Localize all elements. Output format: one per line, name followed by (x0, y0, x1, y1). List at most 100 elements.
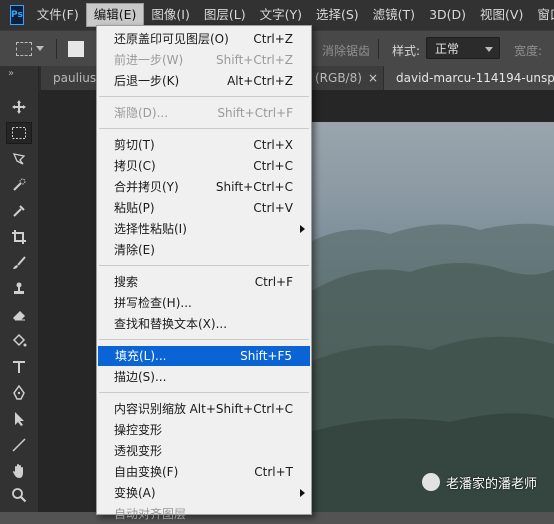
document-image[interactable] (310, 122, 554, 512)
menu-window[interactable]: 窗口 (530, 3, 554, 27)
menu-item-g2-3[interactable]: 粘贴(P) Ctrl+V (97, 198, 311, 218)
edit-menu-dropdown: 还原盖印可见图层(O) Ctrl+Z 前进一步(W) Shift+Ctrl+Z 后退一步… (96, 25, 312, 521)
lasso-icon[interactable] (6, 148, 32, 170)
brush-icon[interactable] (6, 252, 32, 274)
photoshop-logo: Ps (10, 5, 24, 25)
menu-item-label: 填充(L)... (115, 349, 167, 363)
wechat-icon (422, 473, 440, 491)
clone-stamp-icon[interactable] (6, 278, 32, 300)
menu-item-g5-4[interactable]: 变换(A) (97, 483, 311, 503)
tools-panel: » (0, 66, 39, 512)
menu-item-shortcut: Shift+Ctrl+F (217, 106, 293, 120)
menu-item-shortcut: Alt+Ctrl+Z (227, 74, 293, 88)
menu-item-g2-5[interactable]: 清除(E) (97, 240, 311, 260)
menu-separator (99, 265, 309, 266)
menu-item-label: 前进一步(W) (114, 53, 184, 67)
divider (378, 39, 379, 59)
menu-item-shortcut: Shift+Ctrl+C (215, 180, 293, 194)
menu-item-g2-0[interactable]: 剪切(T) Ctrl+X (97, 135, 311, 155)
menu-type[interactable]: 文字(Y) (253, 3, 309, 27)
menu-item-label: 透视变形 (114, 444, 163, 458)
menu-filter[interactable]: 滤镜(T) (366, 3, 422, 27)
menu-item-label: 查找和替换文本(X)... (114, 317, 228, 331)
pen-icon[interactable] (6, 382, 32, 404)
menu-item-g1-0: 渐隐(D)... Shift+Ctrl+F (97, 103, 311, 123)
menu-separator (99, 339, 309, 340)
menu-separator (99, 96, 309, 97)
menu-item-shortcut: Ctrl+Z (253, 32, 293, 46)
menu-item-g0-1: 前进一步(W) Shift+Ctrl+Z (97, 50, 311, 70)
menu-separator (99, 128, 309, 129)
menu-item-g3-1[interactable]: 拼写检查(H)... (97, 293, 311, 313)
chevron-down-icon[interactable] (36, 46, 44, 51)
menu-item-g2-4[interactable]: 选择性粘贴(I) (97, 219, 311, 239)
menu-item-label: 变换(A) (114, 486, 156, 500)
menu-item-label: 拷贝(C) (114, 159, 156, 173)
submenu-arrow-icon (300, 489, 305, 497)
crop-icon[interactable] (6, 226, 32, 248)
style-label: 样式: (392, 44, 421, 58)
menu-item-label: 拼写检查(H)... (114, 296, 192, 310)
collapse-icon[interactable]: » (8, 68, 14, 79)
path-selection-icon[interactable] (6, 408, 32, 430)
menu-item-shortcut: Shift+F5 (240, 349, 292, 363)
divider (56, 39, 57, 59)
close-icon[interactable]: × (368, 66, 378, 90)
menu-item-g4-1[interactable]: 描边(S)... (97, 367, 311, 387)
menu-item-g5-0[interactable]: 内容识别缩放 Alt+Shift+Ctrl+C (97, 399, 311, 419)
menu-item-g2-2[interactable]: 合并拷贝(Y) Shift+Ctrl+C (97, 177, 311, 197)
menu-item-label: 还原盖印可见图层(O) (114, 32, 229, 46)
menu-item-g5-1[interactable]: 操控变形 (97, 420, 311, 440)
menu-item-label: 操控变形 (114, 423, 163, 437)
menu-item-label: 选择性粘贴(I) (114, 222, 187, 236)
menu-item-label: 渐隐(D)... (114, 106, 169, 120)
menu-item-g3-2[interactable]: 查找和替换文本(X)... (97, 314, 311, 334)
menu-item-g2-1[interactable]: 拷贝(C) Ctrl+C (97, 156, 311, 176)
menu-image[interactable]: 图像(I) (144, 3, 196, 27)
hand-icon[interactable] (6, 460, 32, 482)
menu-edit[interactable]: 编辑(E) (85, 3, 145, 27)
menu-item-label: 描边(S)... (114, 370, 167, 384)
new-selection-icon[interactable] (68, 41, 84, 57)
menu-item-shortcut: Ctrl+C (253, 159, 293, 173)
zoom-icon[interactable] (6, 484, 32, 506)
menu-view[interactable]: 视图(V) (473, 3, 530, 27)
menu-3d[interactable]: 3D(D) (422, 3, 473, 27)
watermark-text: 老潘家的潘老师 (446, 476, 538, 492)
eyedropper-icon[interactable] (6, 200, 32, 222)
menu-item-g0-0[interactable]: 还原盖印可见图层(O) Ctrl+Z (97, 29, 311, 49)
menu-layer[interactable]: 图层(L) (197, 3, 253, 27)
anti-alias-label[interactable]: 消除锯齿 (322, 42, 370, 59)
tab-david-marcu[interactable]: david-marcu-114194-unsplash (384, 66, 554, 90)
menu-item-shortcut: Alt+Shift+Ctrl+C (189, 402, 293, 416)
menu-item-g5-5: 自动对齐图层 (97, 504, 311, 524)
marquee-preset-icon[interactable] (16, 42, 32, 56)
menu-item-g5-3[interactable]: 自由变换(F) Ctrl+T (97, 462, 311, 482)
quick-selection-icon[interactable] (6, 174, 32, 196)
menu-item-label: 后退一步(K) (114, 74, 180, 88)
rectangular-marquee-icon[interactable] (6, 122, 32, 144)
move-icon[interactable] (6, 96, 32, 118)
menu-item-fill[interactable]: 填充(L)... Shift+F5 (98, 346, 310, 366)
menu-item-label: 清除(E) (114, 243, 155, 257)
menu-item-label: 粘贴(P) (114, 201, 155, 215)
menu-item-label: 合并拷贝(Y) (114, 180, 179, 194)
menu-item-label: 自动对齐图层 (114, 507, 187, 521)
line-icon[interactable] (6, 434, 32, 456)
paint-bucket-icon[interactable] (6, 330, 32, 352)
style-select[interactable]: 正常 (426, 37, 500, 59)
menu-item-shortcut: Shift+Ctrl+Z (216, 53, 293, 67)
style-select-value: 正常 (435, 42, 460, 56)
menu-file[interactable]: 文件(F) (30, 3, 86, 27)
menu-item-shortcut: Ctrl+T (254, 465, 293, 479)
menu-item-g3-0[interactable]: 搜索 Ctrl+F (97, 272, 311, 292)
menu-item-g0-2[interactable]: 后退一步(K) Alt+Ctrl+Z (97, 71, 311, 91)
menu-item-shortcut: Ctrl+V (253, 201, 293, 215)
menu-select[interactable]: 选择(S) (309, 3, 366, 27)
menu-item-label: 剪切(T) (114, 138, 155, 152)
eraser-icon[interactable] (6, 304, 32, 326)
type-icon[interactable] (6, 356, 32, 378)
menu-item-g5-2[interactable]: 透视变形 (97, 441, 311, 461)
menu-item-shortcut: Ctrl+X (253, 138, 293, 152)
chevron-down-icon (485, 47, 493, 52)
